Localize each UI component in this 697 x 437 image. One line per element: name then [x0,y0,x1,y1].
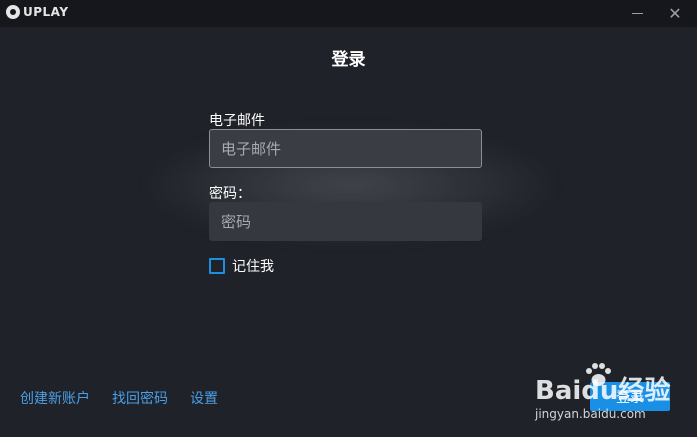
email-field[interactable] [209,129,482,168]
uplay-logo: UPLAY [6,5,69,19]
remember-me[interactable]: 记住我 [209,256,274,276]
email-label: 电子邮件 [209,113,265,129]
brand-name: UPLAY [23,5,69,19]
uplay-logo-icon [6,5,20,19]
page-title: 登录 [331,50,366,70]
remember-checkbox[interactable] [209,258,225,274]
close-icon: ✕ [668,4,682,23]
password-label: 密码： [209,186,251,202]
password-field[interactable] [209,202,482,241]
minimize-button[interactable] [620,0,654,27]
login-button[interactable]: 登录 [590,382,670,411]
close-button[interactable]: ✕ [658,0,692,27]
create-account-link[interactable]: 创建新账户 [20,388,90,408]
settings-link[interactable]: 设置 [190,388,218,408]
footer-links: 创建新账户 找回密码 设置 [20,388,218,408]
remember-label: 记住我 [232,259,274,275]
recover-password-link[interactable]: 找回密码 [112,388,168,408]
minimize-icon [631,13,643,14]
title-bar: UPLAY ✕ [0,0,697,27]
